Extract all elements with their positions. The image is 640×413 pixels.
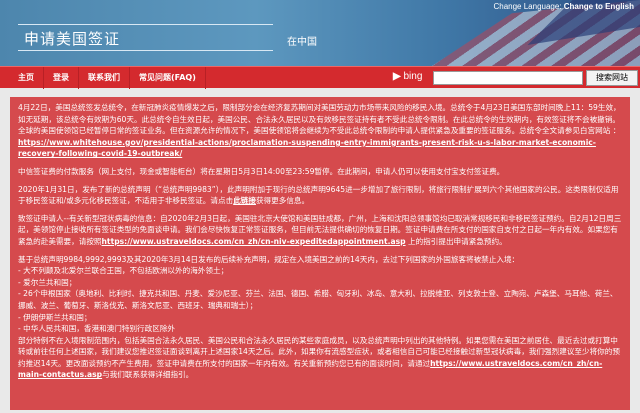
notice-paragraph: 致签证申请人--有关新型冠状病毒的信息：自2020年2月3日起，美国驻北京大使馆… [18, 213, 622, 248]
nav-home[interactable]: 主页 [0, 66, 44, 89]
notice-text: 2020年1月31日，发布了新的总统声明（“总统声明9983”），此声明附加于现… [18, 184, 619, 206]
notice-line: - 大不列颠及北爱尔兰联合王国，不包括欧洲以外的海外领土； [18, 266, 229, 276]
title-rule-top [18, 24, 273, 25]
expedited-appointment-link[interactable]: https://www.ustraveldocs.com/cn_zh/cn-ni… [102, 237, 406, 246]
change-language: Change Language: Change to English [493, 2, 634, 11]
whitehouse-link[interactable]: https://www.whitehouse.gov/presidential-… [18, 138, 596, 159]
search-input[interactable] [433, 71, 583, 85]
notice-line: 基于总统声明9984,9992,9993及其2020年3月14日发布的后续补充声… [18, 254, 520, 264]
nav-bar: 主页 登录 联系我们 常见问题(FAQ) ▶ bing 搜索网站 [0, 66, 640, 89]
notice-text: 上的指引提出申请紧急预约。 [405, 236, 507, 246]
bing-icon: ▶ [393, 71, 401, 82]
notice-text: 中信签证费的付款服务（网上支付，现金或智能柜台）将在星期日5月3日14:00至2… [18, 166, 505, 176]
bing-logo: ▶ bing [393, 71, 422, 82]
change-to-english-link[interactable]: Change to English [564, 2, 634, 11]
notice-paragraph: 基于总统声明9984,9992,9993及其2020年3月14日发布的后续补充声… [18, 254, 622, 382]
notice-line: - 中华人民共和国，香港和澳门特别行政区除外 [18, 324, 176, 334]
search-button[interactable]: 搜索网站 [586, 70, 638, 86]
notice-text: 获得更多信息。 [255, 196, 310, 206]
title-rule-bottom [18, 50, 273, 51]
notice-text: 4月22日，美国总统签发总统令，在新冠肺炎疫情爆发之后，限制部分会在经济复苏期间… [18, 103, 621, 136]
more-info-link[interactable]: 此链接 [233, 196, 256, 205]
notice-line: - 爱尔兰共和国； [18, 277, 77, 287]
bing-label: bing [403, 71, 423, 82]
notice-paragraph: 中信签证费的付款服务（网上支付，现金或智能柜台）将在星期日5月3日14:00至2… [18, 166, 622, 178]
nav-contact[interactable]: 联系我们 [79, 66, 130, 89]
notice-paragraph: 4月22日，美国总统签发总统令，在新冠肺炎疫情爆发之后，限制部分会在经济复苏期间… [18, 102, 622, 160]
notice-line: - 伊朗伊斯兰共和国； [18, 312, 92, 322]
notice-paragraph: 2020年1月31日，发布了新的总统声明（“总统声明9983”），此声明附加于现… [18, 184, 622, 207]
lang-label: Change Language: [493, 2, 562, 11]
site-subtitle: 在中国 [287, 37, 317, 48]
nav-faq[interactable]: 常见问题(FAQ) [130, 66, 206, 89]
nav-login[interactable]: 登录 [44, 66, 79, 89]
notice-text: 与我们联系获得详细指引。 [102, 370, 194, 380]
notice-line: - 26个申根国家（奥地利、比利时、捷克共和国、丹麦、爱沙尼亚、芬兰、法国、德国… [18, 289, 618, 310]
site-header: Change Language: Change to English 申请美国签… [0, 0, 640, 66]
notice-box: 4月22日，美国总统签发总统令，在新冠肺炎疫情爆发之后，限制部分会在经济复苏期间… [10, 97, 630, 410]
site-title: 申请美国签证 [24, 30, 121, 48]
